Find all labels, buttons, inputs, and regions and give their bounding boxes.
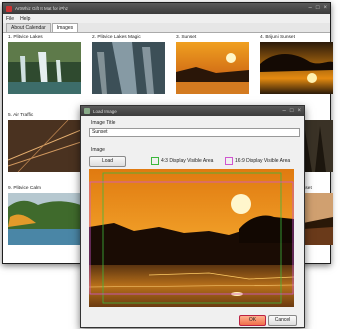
thumbnail[interactable]: 2. Plitvice Lakes Magic (92, 35, 165, 96)
window-title: ArtWhiz Gift It Mat for iPhz (15, 6, 69, 11)
menu-bar: File Help (3, 14, 330, 23)
thumbnail-image (260, 42, 333, 94)
minimize-icon[interactable]: – (309, 5, 312, 11)
thumbnail-image (8, 42, 81, 94)
image-title-label: Image Title (91, 120, 116, 126)
dialog-title: Load Image (93, 108, 117, 114)
close-icon[interactable]: × (323, 5, 327, 11)
thumbnail-image (303, 193, 333, 245)
image-label: Image (91, 147, 105, 153)
image-title-input[interactable]: Sunset (89, 128, 300, 137)
menu-file[interactable]: File (6, 16, 14, 22)
ok-button[interactable]: OK (239, 315, 266, 326)
thumbnail-image (176, 42, 249, 94)
thumbnail[interactable]: sset (303, 186, 333, 247)
legend-43-label: 4:3 Display Visible Area (161, 158, 214, 164)
dialog-maximize-icon[interactable]: □ (290, 108, 294, 114)
thumbnail-image (7, 119, 82, 173)
legend-43: 4:3 Display Visible Area (151, 157, 213, 165)
thumbnail-caption: sset (303, 186, 312, 191)
thumbnail-caption: 4. Brijuni Sunset (260, 35, 295, 40)
thumbnail-caption: 3. Sunset (176, 35, 197, 40)
thumbnail[interactable]: 3. Sunset (176, 35, 249, 96)
tab-about-calendar[interactable]: About Calendar (6, 23, 51, 32)
app-icon (6, 5, 12, 12)
main-titlebar: ArtWhiz Gift It Mat for iPhz – □ × (3, 3, 330, 14)
dialog-titlebar: Load Image – □ × (81, 106, 304, 116)
legend-169-label: 16:9 Display Visible Area (235, 158, 291, 164)
tab-images[interactable]: Images (51, 23, 79, 32)
load-image-dialog: Load Image – □ × Image Title Sunset Imag… (80, 105, 305, 328)
legend-169: 16:9 Display Visible Area (225, 157, 290, 165)
maximize-icon[interactable]: □ (316, 5, 320, 11)
thumbnail[interactable]: 9. Plitvice Calm (8, 186, 81, 247)
thumbnail-caption: 1. Plitvice Lakes (8, 35, 43, 40)
thumbnail[interactable]: 4. Brijuni Sunset (260, 35, 333, 96)
thumbnail-image (92, 42, 165, 94)
thumbnail-image (8, 193, 81, 245)
tab-bar: About Calendar Images (3, 23, 330, 33)
thumbnail[interactable]: 1. Plitvice Lakes (8, 35, 81, 96)
menu-help[interactable]: Help (20, 16, 30, 22)
legend-169-swatch (225, 157, 233, 165)
thumbnail[interactable]: 5. Air Traffic (7, 113, 82, 174)
cancel-button[interactable]: Cancel (268, 315, 297, 326)
thumbnail-caption: 2. Plitvice Lakes Magic (92, 35, 141, 40)
dialog-minimize-icon[interactable]: – (283, 108, 286, 114)
load-button[interactable]: Load (89, 156, 126, 167)
dialog-app-icon (84, 108, 90, 114)
thumbnail-caption: 9. Plitvice Calm (8, 186, 42, 191)
legend-43-swatch (151, 157, 159, 165)
image-preview (89, 169, 294, 307)
dialog-close-icon[interactable]: × (297, 108, 301, 114)
thumbnail-caption: 5. Air Traffic (8, 113, 34, 118)
